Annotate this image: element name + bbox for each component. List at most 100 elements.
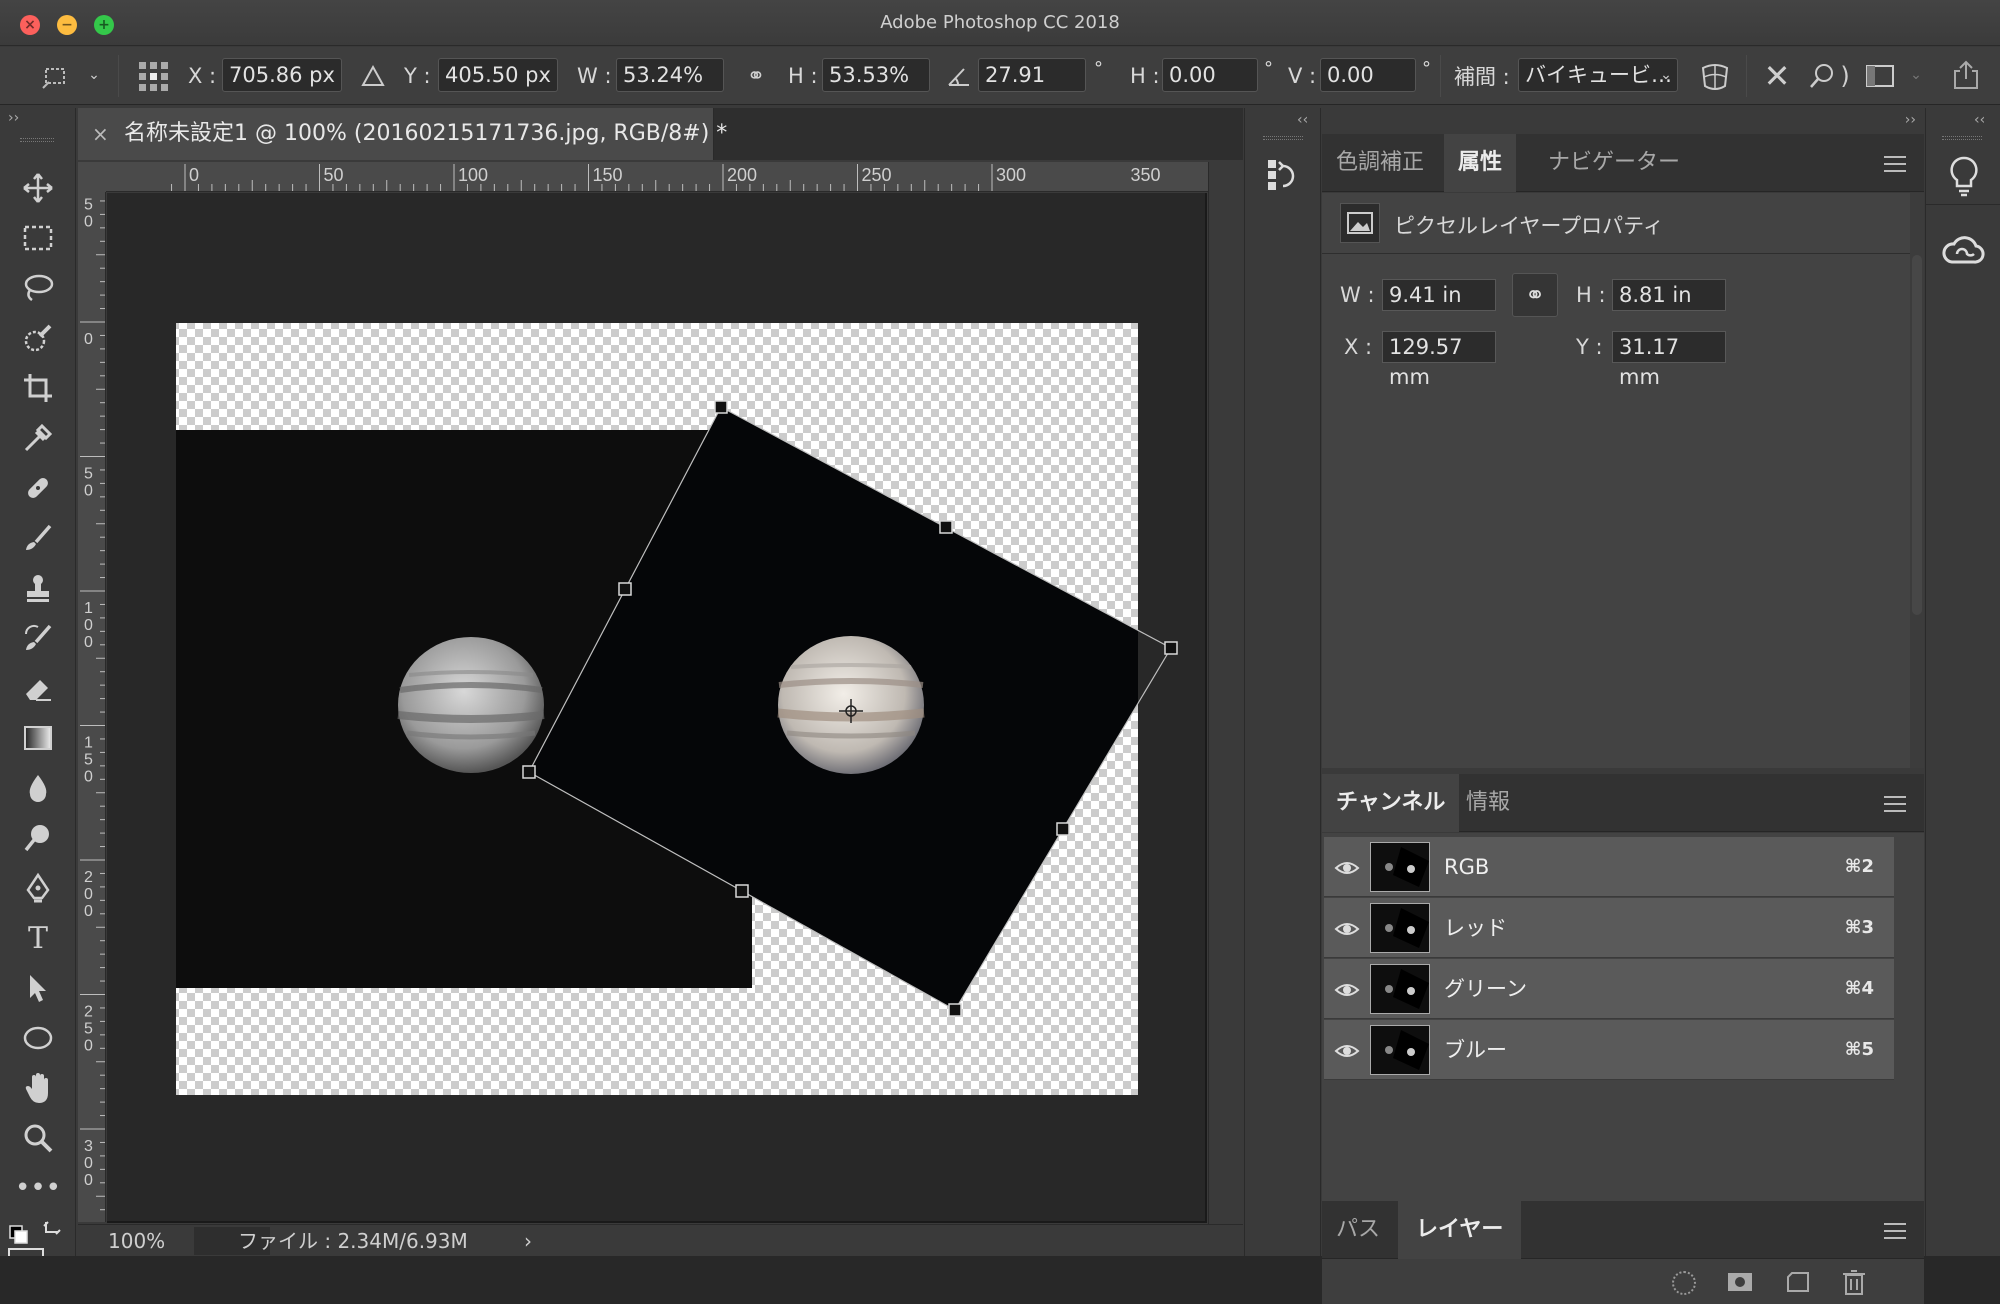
brush-tool-icon[interactable] [12,515,64,561]
tab-properties[interactable]: 属性 [1444,134,1517,192]
prop-y-field[interactable]: 31.17 mm [1612,331,1726,389]
horizontal-ruler[interactable]: 0 50 100 150 200 250 300 350 [106,162,1208,192]
foreground-color-swatch[interactable] [8,1248,44,1256]
channel-row-green[interactable]: グリーン ⌘4 [1324,959,1894,1019]
quick-selection-tool-icon[interactable] [12,315,64,361]
document-tab[interactable]: × 名称未設定1 @ 100% (20160215171736.jpg, RGB… [78,108,727,160]
tab-paths[interactable]: パス [1322,1201,1394,1259]
collapse-panels-icon[interactable]: ›› [1905,112,1916,128]
rotation-angle-field[interactable]: 27.91 [978,58,1086,92]
relative-position-icon[interactable] [358,61,388,91]
tab-layers[interactable]: レイヤー [1398,1201,1522,1259]
eye-icon[interactable] [1334,855,1360,881]
vertical-scroll-panel[interactable] [1208,162,1243,1224]
document-canvas[interactable] [107,193,1207,1223]
tab-info[interactable]: 情報 [1452,774,1524,832]
transform-handle-left[interactable] [522,765,536,779]
pen-tool-icon[interactable] [12,865,64,911]
canvas-area[interactable] [107,193,1207,1223]
prop-width-field[interactable]: 9.41 in [1382,279,1496,311]
chevron-down-icon[interactable]: ⌄ [84,65,104,85]
link-dimensions-icon[interactable]: ⚭ [1512,273,1558,317]
transform-handle-right[interactable] [1164,641,1178,655]
load-selection-icon[interactable] [1672,1271,1696,1295]
workspace-icon[interactable] [1862,59,1898,93]
transform-handle-bottom[interactable] [948,1003,962,1017]
collapse-dock-icon[interactable]: ‹‹ [1974,112,1985,128]
eyedropper-tool-icon[interactable] [12,415,64,461]
x-position-field[interactable]: 705.86 px [222,58,342,92]
gradient-tool-icon[interactable] [12,715,64,761]
zoom-window-button[interactable]: + [94,15,114,35]
more-tools-icon[interactable]: ••• [12,1165,64,1211]
channel-row-red[interactable]: レッド ⌘3 [1324,898,1894,958]
new-channel-icon[interactable] [1786,1269,1810,1295]
panel-menu-icon[interactable] [1884,1223,1906,1239]
tab-channels[interactable]: チャンネル [1322,774,1460,832]
prop-height-field[interactable]: 8.81 in [1612,279,1726,311]
link-aspect-icon[interactable]: ⚭ [740,63,772,89]
chevron-down-icon[interactable]: ⌄ [1656,65,1676,85]
close-tab-icon[interactable]: × [92,108,109,160]
chevron-down-icon[interactable]: ⌄ [1906,65,1926,85]
transform-handle-bottom-right[interactable] [1056,822,1070,836]
interpolation-select[interactable]: バイキュービ… [1518,58,1678,92]
panel-menu-icon[interactable] [1884,796,1906,812]
channel-row-rgb[interactable]: RGB ⌘2 [1324,837,1894,897]
transform-handle-top-right[interactable] [939,520,953,534]
path-selection-tool-icon[interactable] [12,965,64,1011]
eye-icon[interactable] [1334,916,1360,942]
search-icon[interactable] [1806,59,1840,93]
share-icon[interactable] [1948,57,1984,93]
history-panel-icon[interactable] [1265,156,1301,194]
lasso-tool-icon[interactable] [12,265,64,311]
minimize-window-button[interactable]: − [57,15,77,35]
history-brush-tool-icon[interactable] [12,615,64,661]
zoom-tool-icon[interactable] [12,1115,64,1161]
y-position-field[interactable]: 405.50 px [438,58,558,92]
blur-tool-icon[interactable] [12,765,64,811]
transform-handle-bottom-left[interactable] [735,884,749,898]
dodge-tool-icon[interactable] [12,815,64,861]
move-tool-icon[interactable] [12,165,64,211]
panel-grip[interactable] [1942,136,1982,140]
panel-grip[interactable] [20,138,54,142]
properties-scrollbar[interactable] [1910,193,1924,768]
eye-icon[interactable] [1334,977,1360,1003]
clone-stamp-tool-icon[interactable] [12,565,64,611]
eraser-tool-icon[interactable] [12,665,64,711]
creative-cloud-libraries-icon[interactable] [1940,232,1986,272]
panel-menu-icon[interactable] [1884,156,1906,172]
warp-mode-icon[interactable] [1696,59,1734,95]
height-percent-field[interactable]: 53.53% [822,58,930,92]
collapse-dock-icon[interactable]: ‹‹ [1297,112,1308,128]
prop-x-field[interactable]: 129.57 mm [1382,331,1496,389]
tab-navigator[interactable]: ナビゲーター [1534,134,1694,192]
cancel-transform-icon[interactable]: ✕ [1760,57,1794,95]
panel-grip[interactable] [1263,136,1303,140]
type-tool-icon[interactable]: T [12,915,64,961]
vertical-ruler[interactable]: 50050100150200250300 [78,192,106,1222]
collapse-toolbar-icon[interactable]: ›› [8,110,19,126]
transform-handle-top-left[interactable] [618,582,632,596]
eye-icon[interactable] [1334,1038,1360,1064]
width-percent-field[interactable]: 53.24% [616,58,724,92]
chevron-right-icon[interactable]: › [524,1225,532,1257]
lightbulb-icon[interactable] [1944,154,1984,198]
skew-v-field[interactable]: 0.00 [1320,58,1416,92]
skew-h-field[interactable]: 0.00 [1162,58,1258,92]
transform-handle-top[interactable] [714,400,728,414]
ellipse-tool-icon[interactable] [12,1015,64,1061]
channel-row-blue[interactable]: ブルー ⌘5 [1324,1020,1894,1080]
close-window-button[interactable]: × [20,15,40,35]
transform-tool-preset-icon[interactable] [38,59,72,93]
zoom-level[interactable]: 100% [108,1225,165,1257]
reference-point-icon[interactable] [136,59,172,95]
crop-tool-icon[interactable] [12,365,64,411]
trash-icon[interactable] [1842,1268,1866,1296]
hand-tool-icon[interactable] [12,1065,64,1111]
tab-adjustments[interactable]: 色調補正 [1322,134,1438,192]
healing-brush-tool-icon[interactable] [12,465,64,511]
marquee-tool-icon[interactable] [12,215,64,261]
save-selection-icon[interactable] [1726,1271,1754,1293]
